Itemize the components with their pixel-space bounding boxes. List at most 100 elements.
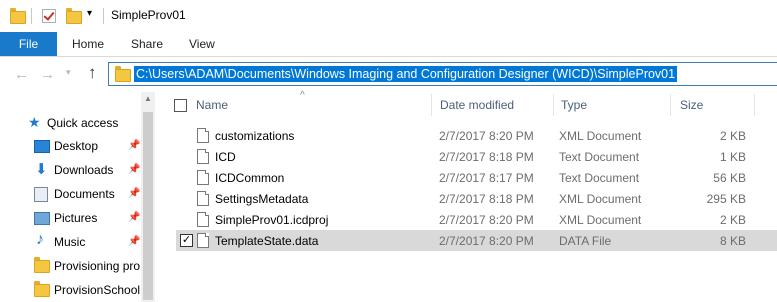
divider — [103, 8, 104, 24]
file-icon — [197, 212, 209, 227]
navigation-bar: ← → ▾ ↑ C:\Users\ADAM\Documents\Windows … — [0, 57, 777, 91]
file-size: 2 KB — [719, 129, 746, 143]
forward-arrow-icon[interactable]: → — [40, 66, 55, 83]
file-row[interactable]: ICDCommon 2/7/2017 8:17 PM Text Document… — [176, 167, 777, 188]
pin-icon: 📌 — [128, 188, 141, 199]
pin-icon: 📌 — [128, 212, 141, 223]
file-size: 1 KB — [719, 150, 746, 164]
file-name: SettingsMetadata — [215, 192, 309, 206]
star-icon: ★ — [28, 114, 41, 130]
ribbon-tabs: File Home Share View — [0, 32, 777, 57]
nav-item-provisionschool[interactable]: ProvisionSchool — [0, 279, 148, 301]
select-all-checkbox[interactable] — [174, 99, 187, 112]
sort-ascending-icon: ^ — [300, 90, 305, 101]
file-name: customizations — [215, 129, 295, 143]
tab-file[interactable]: File — [0, 32, 57, 56]
customize-toolbar-chevron-icon[interactable]: ▾ — [87, 8, 92, 19]
nav-item-desktop[interactable]: Desktop 📌 — [0, 135, 148, 157]
column-divider[interactable] — [754, 94, 755, 116]
file-name: SimpleProv01.icdproj — [215, 213, 329, 227]
pictures-icon — [34, 212, 50, 225]
file-size: 56 KB — [713, 171, 746, 185]
file-icon — [197, 128, 209, 143]
title-bar: ▾ SimpleProv01 — [0, 0, 777, 32]
file-date: 2/7/2017 8:18 PM — [439, 150, 534, 164]
column-divider[interactable] — [553, 94, 554, 116]
pin-icon: 📌 — [128, 140, 141, 151]
file-name: ICD — [215, 150, 236, 164]
folder-icon[interactable] — [10, 8, 26, 24]
nav-label: Provisioning pro — [54, 259, 141, 273]
nav-label: Quick access — [47, 116, 119, 130]
documents-icon — [34, 187, 48, 202]
column-type[interactable]: Type — [561, 98, 587, 112]
file-row[interactable]: customizations 2/7/2017 8:20 PM XML Docu… — [176, 125, 777, 146]
tab-view[interactable]: View — [189, 32, 215, 56]
nav-label: Downloads — [54, 163, 114, 177]
folder-icon — [34, 281, 50, 297]
file-date: 2/7/2017 8:20 PM — [439, 213, 534, 227]
folder-icon — [34, 257, 50, 273]
tab-home[interactable]: Home — [72, 32, 104, 56]
tab-share[interactable]: Share — [131, 32, 163, 56]
file-row[interactable]: SettingsMetadata 2/7/2017 8:18 PM XML Do… — [176, 188, 777, 209]
column-divider[interactable] — [431, 94, 432, 116]
file-type: Text Document — [559, 150, 640, 164]
desktop-icon — [34, 140, 50, 153]
column-size[interactable]: Size — [680, 98, 703, 112]
address-bar[interactable]: C:\Users\ADAM\Documents\Windows Imaging … — [108, 62, 777, 86]
file-type: XML Document — [559, 213, 642, 227]
file-row[interactable]: ICD 2/7/2017 8:18 PM Text Document 1 KB — [176, 146, 777, 167]
address-path[interactable]: C:\Users\ADAM\Documents\Windows Imaging … — [134, 66, 678, 82]
file-date: 2/7/2017 8:18 PM — [439, 192, 534, 206]
file-size: 2 KB — [719, 213, 746, 227]
file-icon — [197, 191, 209, 206]
nav-label: Music — [54, 235, 86, 249]
pin-icon: 📌 — [128, 236, 141, 247]
nav-label: Documents — [54, 187, 115, 201]
nav-label: Desktop — [54, 139, 99, 153]
file-type: Text Document — [559, 171, 640, 185]
up-arrow-icon[interactable]: ↑ — [88, 63, 97, 83]
column-name[interactable]: Name — [196, 98, 228, 112]
scrollbar-thumb[interactable] — [143, 112, 153, 300]
nav-label: Pictures — [54, 211, 98, 225]
nav-label: ProvisionSchool — [54, 283, 141, 297]
file-icon — [197, 149, 209, 164]
file-row-selected[interactable]: ✓ TemplateState.data 2/7/2017 8:20 PM DA… — [176, 230, 777, 251]
back-arrow-icon[interactable]: ← — [14, 66, 29, 83]
new-folder-icon[interactable] — [66, 8, 82, 24]
nav-item-documents[interactable]: Documents 📌 — [0, 183, 148, 205]
file-type: DATA File — [559, 234, 612, 248]
file-date: 2/7/2017 8:20 PM — [439, 234, 534, 248]
window-title: SimpleProv01 — [111, 8, 186, 22]
file-name: TemplateState.data — [215, 234, 319, 248]
divider — [31, 8, 32, 24]
column-divider[interactable] — [670, 94, 671, 116]
nav-item-downloads[interactable]: ⬇ Downloads 📌 — [0, 159, 148, 181]
file-type: XML Document — [559, 192, 642, 206]
music-icon: ♪ — [36, 231, 44, 248]
nav-item-quick-access[interactable]: ★ Quick access — [0, 112, 148, 134]
folder-icon — [115, 66, 131, 82]
file-date: 2/7/2017 8:20 PM — [439, 129, 534, 143]
nav-item-pictures[interactable]: Pictures 📌 — [0, 207, 148, 229]
column-date-modified[interactable]: Date modified — [440, 98, 514, 112]
file-name: ICDCommon — [215, 171, 285, 185]
column-header: ^ Name Date modified Type Size — [156, 90, 777, 118]
properties-check-icon[interactable] — [42, 9, 56, 23]
file-icon — [197, 233, 209, 248]
file-size: 8 KB — [719, 234, 746, 248]
row-checkbox[interactable]: ✓ — [180, 234, 193, 247]
file-size: 295 KB — [706, 192, 746, 206]
pin-icon: 📌 — [128, 164, 141, 175]
file-date: 2/7/2017 8:17 PM — [439, 171, 534, 185]
scroll-up-icon[interactable]: ▲ — [144, 94, 152, 103]
nav-item-music[interactable]: ♪ Music 📌 — [0, 231, 148, 253]
file-icon — [197, 170, 209, 185]
nav-item-provisioning-pro[interactable]: Provisioning pro — [0, 255, 148, 277]
file-row[interactable]: SimpleProv01.icdproj 2/7/2017 8:20 PM XM… — [176, 209, 777, 230]
navigation-pane: ★ Quick access Desktop 📌 ⬇ Downloads 📌 D… — [0, 92, 148, 302]
nav-pane-scrollbar[interactable]: ▲ — [141, 92, 155, 302]
recent-locations-chevron-icon[interactable]: ▾ — [66, 67, 71, 78]
